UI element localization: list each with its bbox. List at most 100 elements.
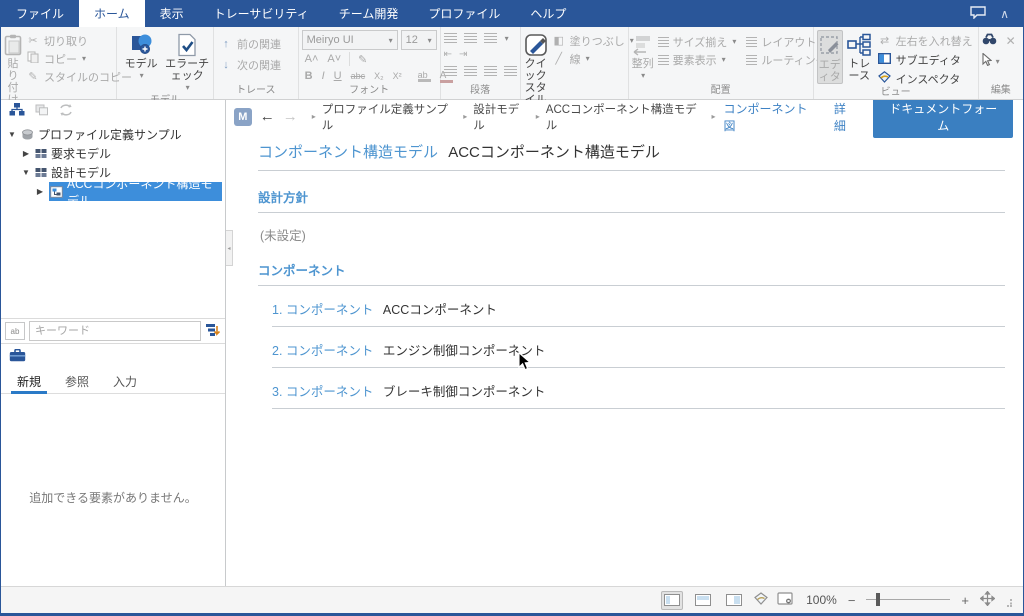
subeditor-close-button[interactable] <box>777 592 793 608</box>
component-item[interactable]: 3. コンポーネント ブレーキ制御コンポーネント <box>272 381 1005 400</box>
forward-button[interactable]: → <box>283 108 298 125</box>
single-pane-layout-button[interactable] <box>661 591 683 610</box>
select-cursor-icon[interactable] <box>982 53 992 69</box>
component-item[interactable]: 1. コンポーネント ACCコンポーネント <box>272 299 1005 318</box>
delete-icon[interactable]: ✕ <box>1006 34 1016 48</box>
paste-button[interactable]: 貼り付け <box>4 30 22 106</box>
horizontal-split-layout-button[interactable] <box>692 591 714 610</box>
detail-view-link[interactable]: 詳細 <box>834 100 858 134</box>
sync-relation-icon[interactable] <box>59 104 73 119</box>
next-relation-button[interactable]: ↓ 次の関連 <box>217 57 283 72</box>
fill-button[interactable]: ◧ 塗りつぶし ▾ <box>550 33 636 48</box>
feedback-comment-icon[interactable] <box>970 6 986 22</box>
breadcrumb-item[interactable]: 設計モデル <box>473 101 530 133</box>
bullet-list-icon[interactable] <box>444 33 457 43</box>
back-button[interactable]: ← <box>260 108 275 125</box>
sub-editor-button[interactable]: サブエディタ <box>876 52 975 67</box>
keyword-search-input[interactable] <box>29 321 201 341</box>
clear-format-button[interactable]: ✎ <box>355 53 370 66</box>
sidebar-collapse-handle[interactable]: ◂ <box>226 230 233 266</box>
model-name-text[interactable]: ACCコンポーネント構造モデル <box>448 144 660 161</box>
font-size-select[interactable]: 12 ▾ <box>401 30 437 50</box>
collapse-ribbon-icon[interactable]: ∧ <box>1000 7 1009 21</box>
bold-button[interactable]: B <box>302 70 316 82</box>
tab-view[interactable]: 表示 <box>145 0 199 27</box>
copy-icon <box>26 51 40 66</box>
swap-icon: ⇄ <box>878 34 892 47</box>
search-target-icon[interactable]: ab <box>5 322 25 340</box>
tree-item-profile-sample[interactable]: ▼ プロファイル定義サンプル <box>1 125 225 144</box>
breadcrumb-item[interactable]: ACCコンポーネント構造モデル <box>546 101 706 133</box>
selected-tree-row[interactable]: ACCコンポーネント構造モデル <box>49 182 222 201</box>
highlight-color-button[interactable]: ab <box>415 70 434 82</box>
collapsed-arrow-icon[interactable]: ▶ <box>21 149 31 158</box>
filter-tree-icon[interactable] <box>205 323 221 340</box>
design-policy-value[interactable]: (未設定) <box>260 225 1005 244</box>
align-center-icon[interactable] <box>464 66 477 76</box>
zoom-slider[interactable] <box>866 593 950 607</box>
dropdown-icon: ▾ <box>722 55 726 64</box>
editor-view-button[interactable]: エディタ <box>817 30 843 84</box>
expanded-arrow-icon[interactable]: ▼ <box>7 130 17 139</box>
decrease-indent-icon[interactable]: ⇤ <box>444 49 452 60</box>
element-display-button[interactable]: 要素表示 ▾ <box>656 52 739 67</box>
dropdown-icon: ▾ <box>505 34 509 43</box>
prev-relation-button[interactable]: ↑ 前の関連 <box>217 36 283 51</box>
grow-font-button[interactable]: A˄ <box>302 53 322 65</box>
zoom-out-button[interactable]: − <box>846 593 858 608</box>
model-button[interactable]: モデル ▾ <box>120 30 162 82</box>
vertical-split-layout-button[interactable] <box>723 591 745 610</box>
dropdown-icon: ▾ <box>82 54 86 63</box>
increase-indent-icon[interactable]: ⇥ <box>459 49 467 60</box>
breadcrumb-item[interactable]: プロファイル定義サンプル <box>322 101 457 133</box>
document-form-view-button[interactable]: ドキュメントフォーム <box>873 100 1013 138</box>
component-diagram-view-link[interactable]: コンポーネント図 <box>723 100 817 134</box>
underline-button[interactable]: U <box>331 70 345 82</box>
tab-traceability[interactable]: トレーサビリティ <box>199 0 324 27</box>
tree-item-acc-component-model[interactable]: ▶ ACCコンポーネント構造モデル <box>1 182 225 201</box>
shrink-font-button[interactable]: A˅ <box>324 53 344 65</box>
swap-lr-button[interactable]: ⇄ 左右を入れ替え <box>876 33 975 48</box>
routing-icon <box>746 55 757 65</box>
toolbox-tab-new[interactable]: 新規 <box>5 370 53 393</box>
zoom-in-button[interactable]: + <box>959 593 971 608</box>
strikethrough-button[interactable]: abc <box>348 71 369 81</box>
align-left-icon[interactable] <box>444 66 457 76</box>
navigator-toolbar <box>1 100 225 122</box>
tree-item-requirement-model[interactable]: ▶ 要求モデル <box>1 144 225 163</box>
collapsed-arrow-icon[interactable]: ▶ <box>35 187 45 196</box>
tab-help[interactable]: ヘルプ <box>515 0 581 27</box>
error-check-button[interactable]: エラーチェック ▾ <box>164 30 210 94</box>
line-button[interactable]: ╱ 線 ▾ <box>550 51 636 66</box>
font-name-select[interactable]: Meiryo UI ▾ <box>302 30 398 50</box>
subscript-button[interactable]: X₂ <box>371 71 387 81</box>
inspector-toggle-button[interactable] <box>754 592 768 608</box>
mirror-copy-icon[interactable] <box>35 104 49 119</box>
multilevel-list-icon[interactable] <box>484 33 497 43</box>
align-justify-icon[interactable] <box>504 66 517 76</box>
tab-file[interactable]: ファイル <box>1 0 79 27</box>
pan-tool-button[interactable] <box>980 591 995 609</box>
align-right-icon[interactable] <box>484 66 497 76</box>
search-binoculars-icon[interactable] <box>982 33 997 48</box>
zoom-slider-handle[interactable] <box>876 593 880 606</box>
component-item[interactable]: 2. コンポーネント エンジン制御コンポーネント <box>272 340 1005 359</box>
design-policy-heading: 設計方針 <box>258 187 1005 206</box>
model-tree-icon[interactable] <box>9 103 25 119</box>
superscript-button[interactable]: X² <box>390 71 405 81</box>
toolbox-tab-reference[interactable]: 参照 <box>53 370 101 393</box>
tab-profile[interactable]: プロファイル <box>413 0 515 27</box>
toolbox-tab-input[interactable]: 入力 <box>101 370 149 393</box>
resize-grip[interactable] <box>1004 597 1013 611</box>
inspector-button[interactable]: インスペクタ <box>876 71 975 86</box>
breadcrumb-separator-icon: ▸ <box>463 112 467 121</box>
ribbon-group-font: Meiryo UI ▾ 12 ▾ A˄ A˅ ✎ B I <box>299 27 441 99</box>
expanded-arrow-icon[interactable]: ▼ <box>21 168 31 177</box>
numbered-list-icon[interactable] <box>464 33 477 43</box>
size-match-button[interactable]: サイズ揃え ▾ <box>656 34 739 49</box>
tab-team[interactable]: チーム開発 <box>324 0 414 27</box>
italic-button[interactable]: I <box>319 70 328 82</box>
tab-home[interactable]: ホーム <box>79 0 145 27</box>
align-elements-button[interactable]: 整列 ▾ <box>632 30 654 82</box>
trace-view-button[interactable]: トレース <box>845 30 874 82</box>
